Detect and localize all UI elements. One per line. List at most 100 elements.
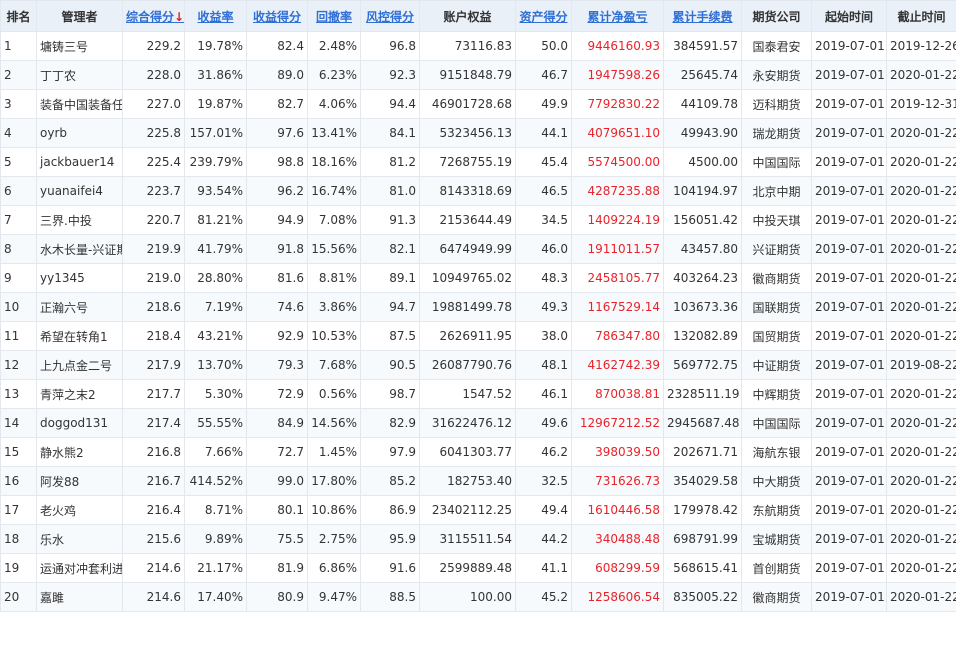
cell-fees: 202671.71 — [663, 437, 742, 467]
cell-fees: 384591.57 — [663, 31, 742, 61]
cell-total-score: 227.0 — [122, 89, 185, 119]
header-return-rate[interactable]: 收益率 — [184, 0, 247, 32]
table-row: 14 doggod131 217.4 55.55% 84.9 14.56% 82.9 3162… — [0, 408, 956, 438]
header-label: 综合得分 — [126, 9, 175, 24]
header-label: 起始时间 — [824, 9, 873, 24]
cell-asset-score: 38.0 — [515, 321, 572, 351]
cell-rank: 15 — [0, 437, 37, 467]
header-start-date: 起始时间 — [811, 0, 887, 32]
cell-total-score: 218.4 — [122, 321, 185, 351]
cell-drawdown: 17.80% — [307, 466, 361, 496]
cell-total-score: 217.9 — [122, 350, 185, 380]
cell-asset-score: 44.2 — [515, 524, 572, 554]
cell-return-rate: 81.21% — [184, 205, 247, 235]
cell-net-pnl: 786347.80 — [571, 321, 664, 351]
cell-return-score: 98.8 — [246, 147, 308, 177]
cell-manager: 乐水 — [36, 524, 123, 554]
cell-asset-score: 34.5 — [515, 205, 572, 235]
cell-fees: 2328511.19 — [663, 379, 742, 409]
cell-fees: 403264.23 — [663, 263, 742, 293]
cell-broker: 国贸期货 — [741, 321, 812, 351]
cell-risk-score: 94.7 — [360, 292, 420, 322]
header-return-score[interactable]: 收益得分 — [246, 0, 308, 32]
cell-broker: 中证期货 — [741, 350, 812, 380]
header-drawdown[interactable]: 回撤率 — [307, 0, 361, 32]
header-total-score[interactable]: 综合得分↓ — [122, 0, 185, 32]
cell-manager: 青萍之末2 — [36, 379, 123, 409]
header-label: 管理者 — [61, 9, 98, 24]
cell-manager: 老火鸡 — [36, 495, 123, 525]
cell-manager: 三界.中投 — [36, 205, 123, 235]
cell-drawdown: 7.08% — [307, 205, 361, 235]
cell-broker: 中辉期货 — [741, 379, 812, 409]
cell-broker: 国泰君安 — [741, 31, 812, 61]
cell-drawdown: 6.86% — [307, 553, 361, 583]
cell-broker: 兴证期货 — [741, 234, 812, 264]
cell-rank: 7 — [0, 205, 37, 235]
cell-asset-score: 49.4 — [515, 495, 572, 525]
header-risk-score[interactable]: 风控得分 — [360, 0, 420, 32]
header-label: 截止时间 — [897, 9, 946, 24]
cell-manager: 正瀚六号 — [36, 292, 123, 322]
cell-fees: 49943.90 — [663, 118, 742, 148]
cell-total-score: 228.0 — [122, 60, 185, 90]
cell-risk-score: 89.1 — [360, 263, 420, 293]
cell-account-equity: 10949765.02 — [419, 263, 516, 293]
cell-asset-score: 46.2 — [515, 437, 572, 467]
table-row: 12 上九点金二号 217.9 13.70% 79.3 7.68% 90.5 26087790… — [0, 350, 956, 380]
cell-drawdown: 10.53% — [307, 321, 361, 351]
cell-risk-score: 91.3 — [360, 205, 420, 235]
cell-drawdown: 6.23% — [307, 60, 361, 90]
table-row: 15 静水熊2 216.8 7.66% 72.7 1.45% 97.9 6041303.77 4… — [0, 437, 956, 467]
cell-broker: 国联期货 — [741, 292, 812, 322]
table-row: 10 正瀚六号 218.6 7.19% 74.6 3.86% 94.7 19881499.78… — [0, 292, 956, 322]
cell-rank: 2 — [0, 60, 37, 90]
cell-net-pnl: 398039.50 — [571, 437, 664, 467]
header-fees[interactable]: 累计手续费 — [663, 0, 742, 32]
cell-return-rate: 7.19% — [184, 292, 247, 322]
cell-manager: 上九点金二号 — [36, 350, 123, 380]
cell-drawdown: 7.68% — [307, 350, 361, 380]
cell-start-date: 2019-07-01 — [811, 582, 887, 612]
cell-return-score: 80.9 — [246, 582, 308, 612]
cell-fees: 103673.36 — [663, 292, 742, 322]
cell-return-rate: 28.80% — [184, 263, 247, 293]
cell-asset-score: 48.1 — [515, 350, 572, 380]
cell-end-date: 2020-01-22 — [886, 582, 956, 612]
cell-drawdown: 18.16% — [307, 147, 361, 177]
cell-fees: 354029.58 — [663, 466, 742, 496]
cell-rank: 3 — [0, 89, 37, 119]
cell-net-pnl: 1409224.19 — [571, 205, 664, 235]
header-asset-score[interactable]: 资产得分 — [515, 0, 572, 32]
cell-return-score: 84.9 — [246, 408, 308, 438]
cell-total-score: 218.6 — [122, 292, 185, 322]
cell-manager: 丁丁农 — [36, 60, 123, 90]
cell-start-date: 2019-07-01 — [811, 234, 887, 264]
cell-fees: 835005.22 — [663, 582, 742, 612]
cell-start-date: 2019-07-01 — [811, 147, 887, 177]
cell-broker: 徽商期货 — [741, 263, 812, 293]
header-net-pnl[interactable]: 累计净盈亏 — [571, 0, 664, 32]
cell-start-date: 2019-07-01 — [811, 437, 887, 467]
header-label: 风控得分 — [365, 9, 414, 24]
cell-account-equity: 9151848.79 — [419, 60, 516, 90]
cell-end-date: 2019-08-22 — [886, 350, 956, 380]
cell-broker: 海航东银 — [741, 437, 812, 467]
cell-return-rate: 43.21% — [184, 321, 247, 351]
cell-asset-score: 50.0 — [515, 31, 572, 61]
cell-risk-score: 96.8 — [360, 31, 420, 61]
cell-total-score: 216.7 — [122, 466, 185, 496]
cell-risk-score: 90.5 — [360, 350, 420, 380]
cell-account-equity: 6474949.99 — [419, 234, 516, 264]
cell-total-score: 220.7 — [122, 205, 185, 235]
cell-account-equity: 46901728.68 — [419, 89, 516, 119]
table-row: 3 装备中国装备任 227.0 19.87% 82.7 4.06% 94.4 46901728… — [0, 89, 956, 119]
header-label: 累计净盈亏 — [587, 9, 648, 24]
cell-asset-score: 41.1 — [515, 553, 572, 583]
cell-risk-score: 84.1 — [360, 118, 420, 148]
cell-account-equity: 26087790.76 — [419, 350, 516, 380]
cell-manager: 阿发88 — [36, 466, 123, 496]
sort-desc-icon[interactable]: ↓ — [174, 10, 183, 24]
cell-broker: 宝城期货 — [741, 524, 812, 554]
cell-rank: 11 — [0, 321, 37, 351]
